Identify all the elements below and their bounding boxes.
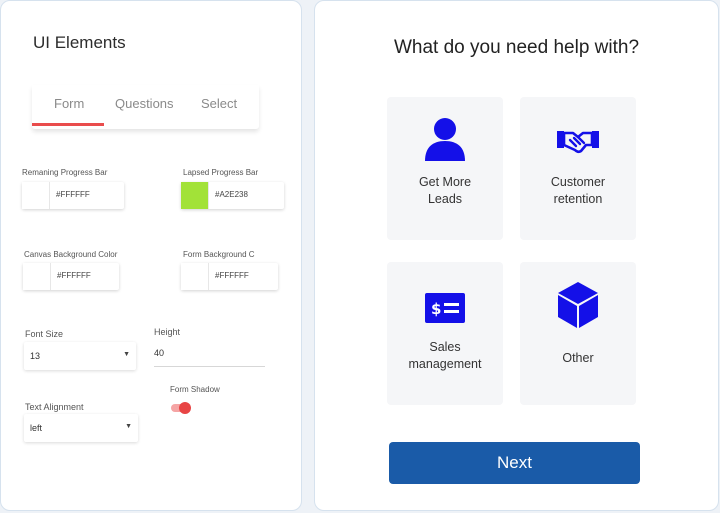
option-label: Other xyxy=(562,351,594,365)
height-label: Height xyxy=(154,327,181,337)
lapsed-progress-bar-label: Lapsed Progress Bar xyxy=(183,168,259,177)
text-alignment-label: Text Alignment xyxy=(25,402,84,412)
canvas-background-color-swatch[interactable] xyxy=(23,263,51,290)
form-background-color-swatch[interactable] xyxy=(181,263,209,290)
settings-panel: UI Elements Form Questions Select Remani… xyxy=(0,0,302,511)
tab-select[interactable]: Select xyxy=(201,96,237,111)
remaining-progress-bar-hex[interactable]: #FFFFFF xyxy=(56,190,90,199)
option-label-line2: management xyxy=(408,357,482,371)
option-card-customer-retention[interactable]: Customer retention xyxy=(520,97,636,240)
remaining-progress-bar-label: Remaning Progress Bar xyxy=(22,168,108,177)
cube-icon xyxy=(520,280,636,330)
active-tab-indicator xyxy=(32,123,104,126)
option-label-line2: retention xyxy=(553,192,603,206)
lapsed-progress-bar-field[interactable]: #A2E238 xyxy=(181,182,284,209)
option-card-other[interactable]: Other xyxy=(520,262,636,405)
font-size-select[interactable]: 13 ▼ xyxy=(24,342,136,370)
form-background-color-hex[interactable]: #FFFFFF xyxy=(215,271,249,280)
tab-form[interactable]: Form xyxy=(54,96,84,111)
canvas-background-color-label: Canvas Background Color xyxy=(24,250,118,259)
text-alignment-value[interactable]: left xyxy=(30,423,42,433)
option-card-get-more-leads[interactable]: Get More Leads xyxy=(387,97,503,240)
form-preview-panel: What do you need help with? Get More Lea… xyxy=(314,0,719,511)
toggle-knob[interactable] xyxy=(179,402,191,414)
dollar-card-icon: $ xyxy=(387,292,503,324)
question-title: What do you need help with? xyxy=(393,37,640,58)
form-background-color-label: Form Background C xyxy=(183,250,255,259)
option-card-sales-management[interactable]: $ Sales management xyxy=(387,262,503,405)
next-button[interactable]: Next xyxy=(389,442,640,484)
height-input[interactable]: 40 xyxy=(154,345,265,367)
lapsed-progress-bar-swatch[interactable] xyxy=(181,182,209,209)
canvas-background-color-field[interactable]: #FFFFFF xyxy=(23,263,119,290)
tab-questions[interactable]: Questions xyxy=(115,96,174,111)
option-label-line1: Customer xyxy=(550,175,606,189)
canvas-background-color-hex[interactable]: #FFFFFF xyxy=(57,271,91,280)
height-value[interactable]: 40 xyxy=(154,348,164,358)
text-alignment-select[interactable]: left ▼ xyxy=(24,414,138,442)
form-shadow-label: Form Shadow xyxy=(170,385,220,394)
form-shadow-toggle[interactable] xyxy=(171,402,191,414)
tab-bar: Form Questions Select xyxy=(32,85,259,129)
svg-text:$: $ xyxy=(431,300,441,318)
font-size-value[interactable]: 13 xyxy=(30,351,40,361)
remaining-progress-bar-swatch[interactable] xyxy=(22,182,50,209)
font-size-label: Font Size xyxy=(25,329,64,339)
person-icon xyxy=(387,117,503,163)
remaining-progress-bar-field[interactable]: #FFFFFF xyxy=(22,182,124,209)
panel-title: UI Elements xyxy=(33,33,126,52)
chevron-down-icon[interactable]: ▼ xyxy=(123,351,130,358)
option-label-line2: Leads xyxy=(427,192,463,206)
lapsed-progress-bar-hex[interactable]: #A2E238 xyxy=(215,190,248,199)
option-label-line1: Sales xyxy=(429,340,461,354)
handshake-icon xyxy=(520,127,636,155)
form-background-color-field[interactable]: #FFFFFF xyxy=(181,263,278,290)
option-label-line1: Get More xyxy=(418,175,472,189)
chevron-down-icon[interactable]: ▼ xyxy=(125,423,132,430)
